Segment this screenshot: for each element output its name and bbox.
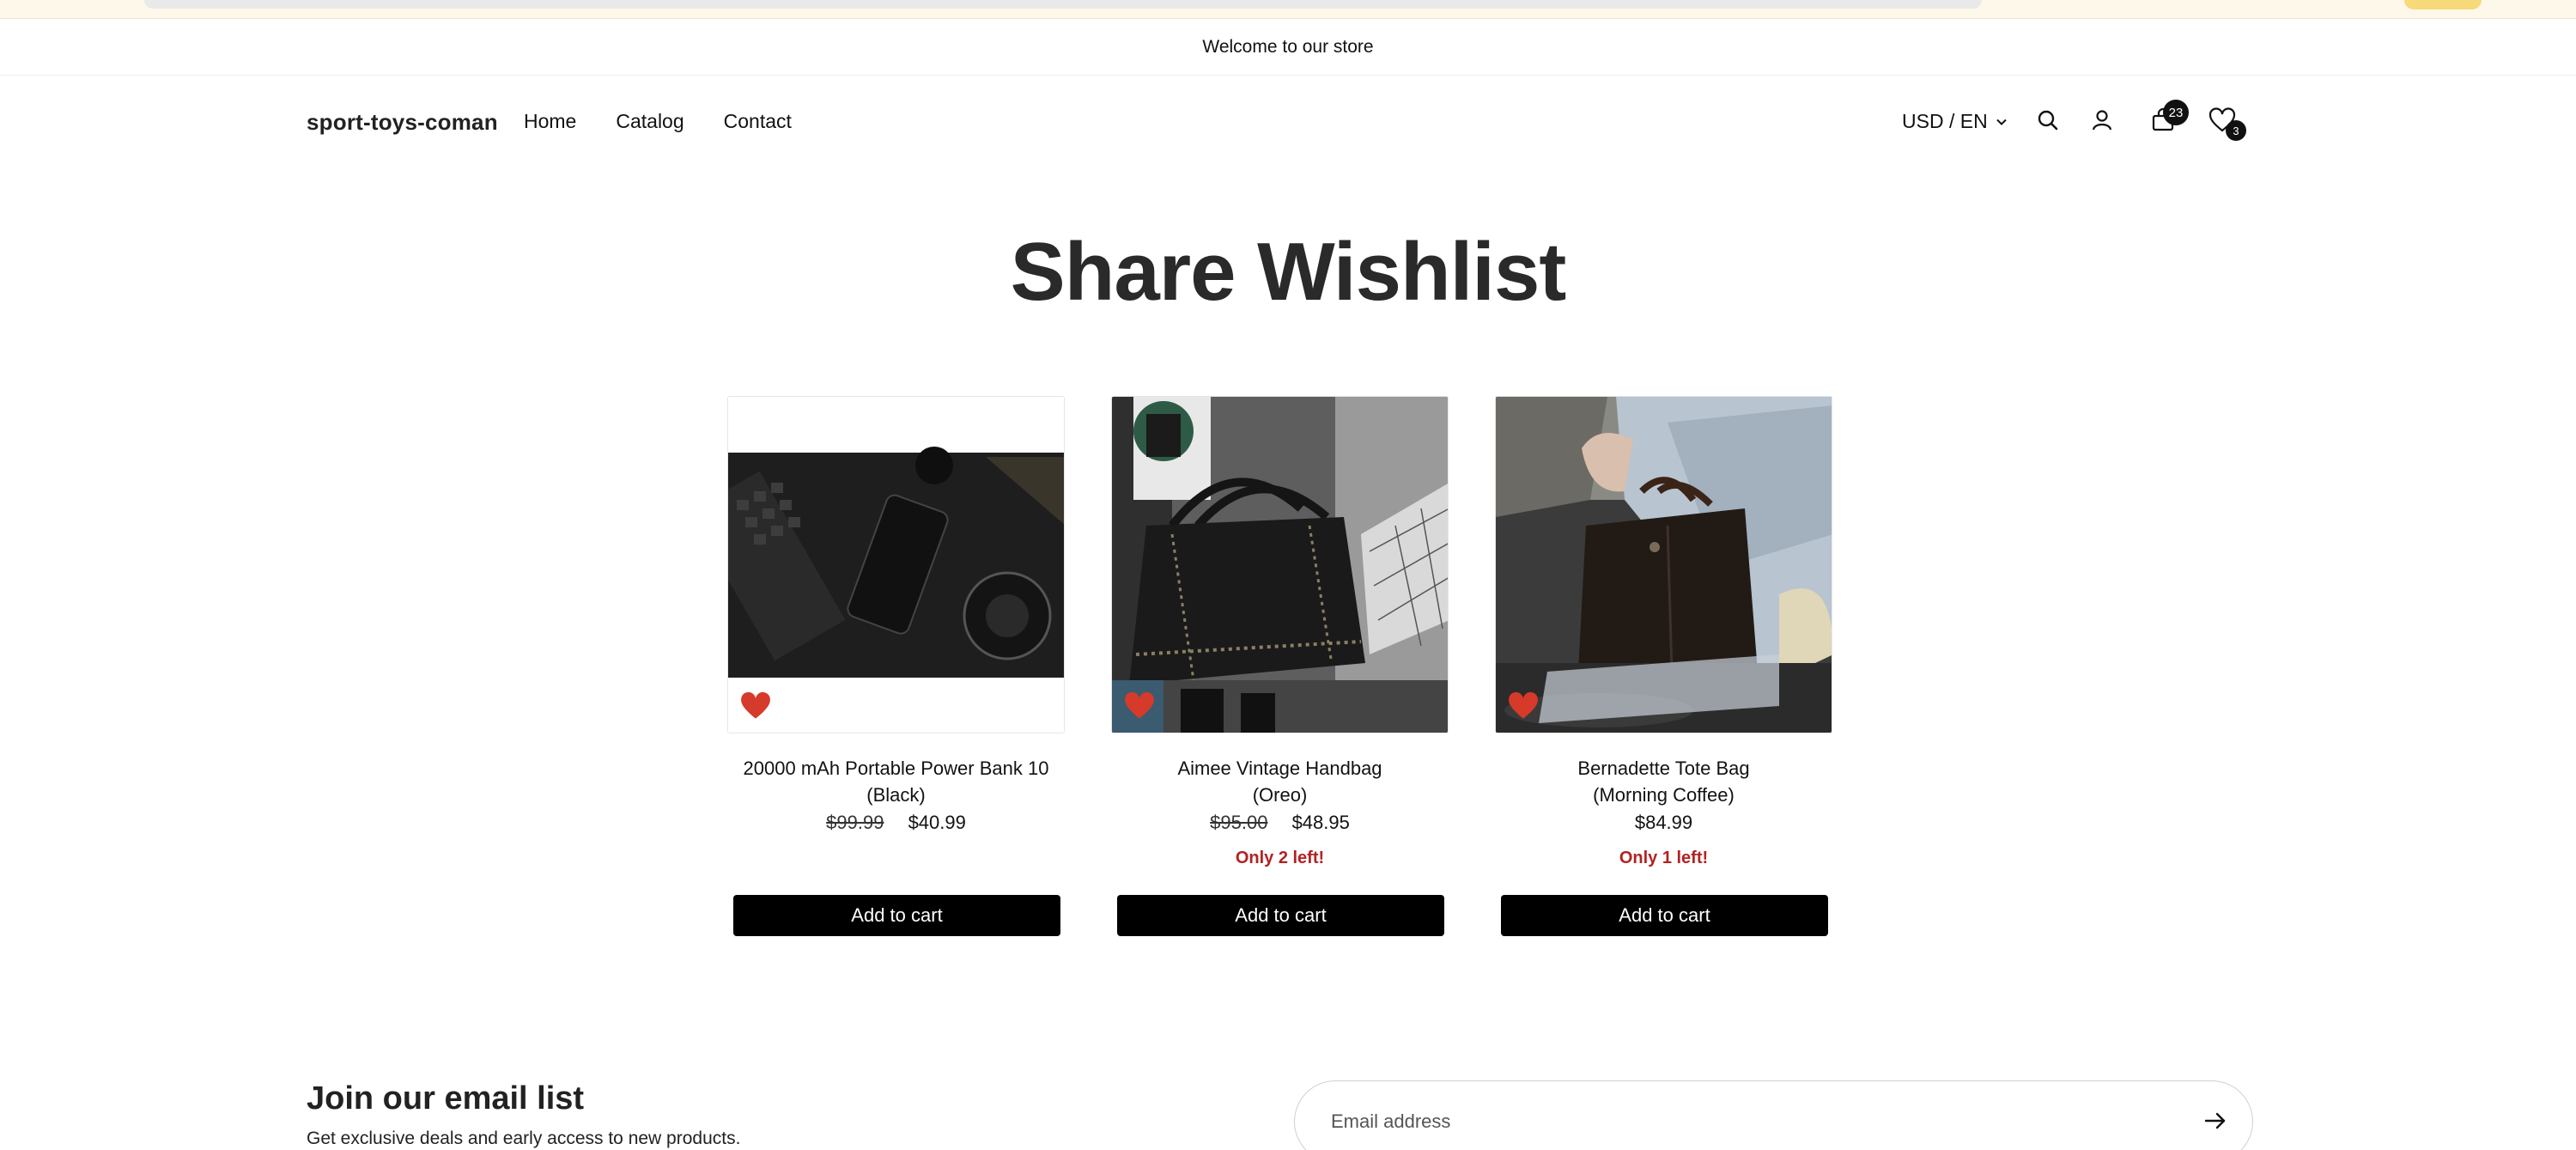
- cart-icon[interactable]: 23: [2144, 100, 2189, 139]
- add-to-cart-button[interactable]: Add to cart: [1501, 895, 1828, 936]
- product-price: $84.99: [1495, 812, 1832, 834]
- locale-selector[interactable]: USD / EN: [1902, 110, 2008, 133]
- top-search-bar: [144, 0, 1982, 9]
- arrow-right-icon[interactable]: [2202, 1107, 2229, 1135]
- nav-contact[interactable]: Contact: [724, 110, 792, 133]
- top-pill: [2404, 0, 2482, 9]
- newsletter-form: [1294, 1080, 2253, 1150]
- browser-top-strip: [0, 0, 2576, 19]
- search-icon[interactable]: [2029, 101, 2067, 139]
- heart-icon[interactable]: [1124, 691, 1155, 721]
- newsletter-subtitle: Get exclusive deals and early access to …: [307, 1129, 741, 1148]
- heart-icon[interactable]: [1508, 691, 1539, 721]
- product-name[interactable]: Bernadette Tote Bag (Morning Coffee): [1495, 755, 1832, 808]
- compare-price: $95.00: [1210, 812, 1268, 833]
- page-title: Share Wishlist: [1010, 226, 1567, 318]
- main-nav: Home Catalog Contact: [524, 110, 792, 133]
- nav-home[interactable]: Home: [524, 110, 576, 133]
- account-icon[interactable]: [2083, 101, 2121, 139]
- cart-count-badge: 23: [2163, 100, 2189, 125]
- site-header: sport-toys-coman Home Catalog Contact US…: [0, 76, 2576, 170]
- add-to-cart-button[interactable]: Add to cart: [1117, 895, 1444, 936]
- product-price: $95.00 $48.95: [1111, 812, 1449, 834]
- nav-catalog[interactable]: Catalog: [616, 110, 683, 133]
- compare-price: $99.99: [826, 812, 884, 833]
- product-name[interactable]: Aimee Vintage Handbag (Oreo): [1111, 755, 1449, 808]
- locale-label: USD / EN: [1902, 110, 1988, 132]
- stock-status: [727, 849, 1065, 871]
- newsletter-title: Join our email list: [307, 1080, 585, 1117]
- sale-price: $40.99: [908, 812, 966, 833]
- product-card: Bernadette Tote Bag (Morning Coffee) $84…: [1495, 396, 1832, 936]
- product-name[interactable]: 20000 mAh Portable Power Bank 10 (Black): [727, 755, 1065, 808]
- product-card: Aimee Vintage Handbag (Oreo) $95.00 $48.…: [1111, 396, 1449, 936]
- heart-icon[interactable]: [740, 691, 771, 721]
- announcement-bar: Welcome to our store: [0, 19, 2576, 76]
- product-image-tote-bag[interactable]: [1495, 396, 1832, 733]
- announcement-text: Welcome to our store: [1202, 36, 1374, 57]
- sale-price: $48.95: [1291, 812, 1350, 833]
- email-field[interactable]: [1331, 1110, 2104, 1133]
- product-price: $99.99 $40.99: [727, 812, 1065, 834]
- wishlist-count-badge: 3: [2226, 120, 2246, 141]
- add-to-cart-button[interactable]: Add to cart: [733, 895, 1060, 936]
- store-logo[interactable]: sport-toys-coman: [307, 109, 498, 136]
- stock-status: Only 2 left!: [1235, 849, 1325, 867]
- product-image-handbag[interactable]: [1111, 396, 1449, 733]
- product-image-power-bank[interactable]: [727, 396, 1065, 733]
- product-card: 20000 mAh Portable Power Bank 10 (Black)…: [727, 396, 1065, 936]
- wishlist-icon[interactable]: 3: [2203, 101, 2246, 141]
- chevron-down-icon: [1996, 119, 2007, 125]
- sale-price: $84.99: [1634, 812, 1693, 833]
- stock-status: Only 1 left!: [1619, 849, 1709, 867]
